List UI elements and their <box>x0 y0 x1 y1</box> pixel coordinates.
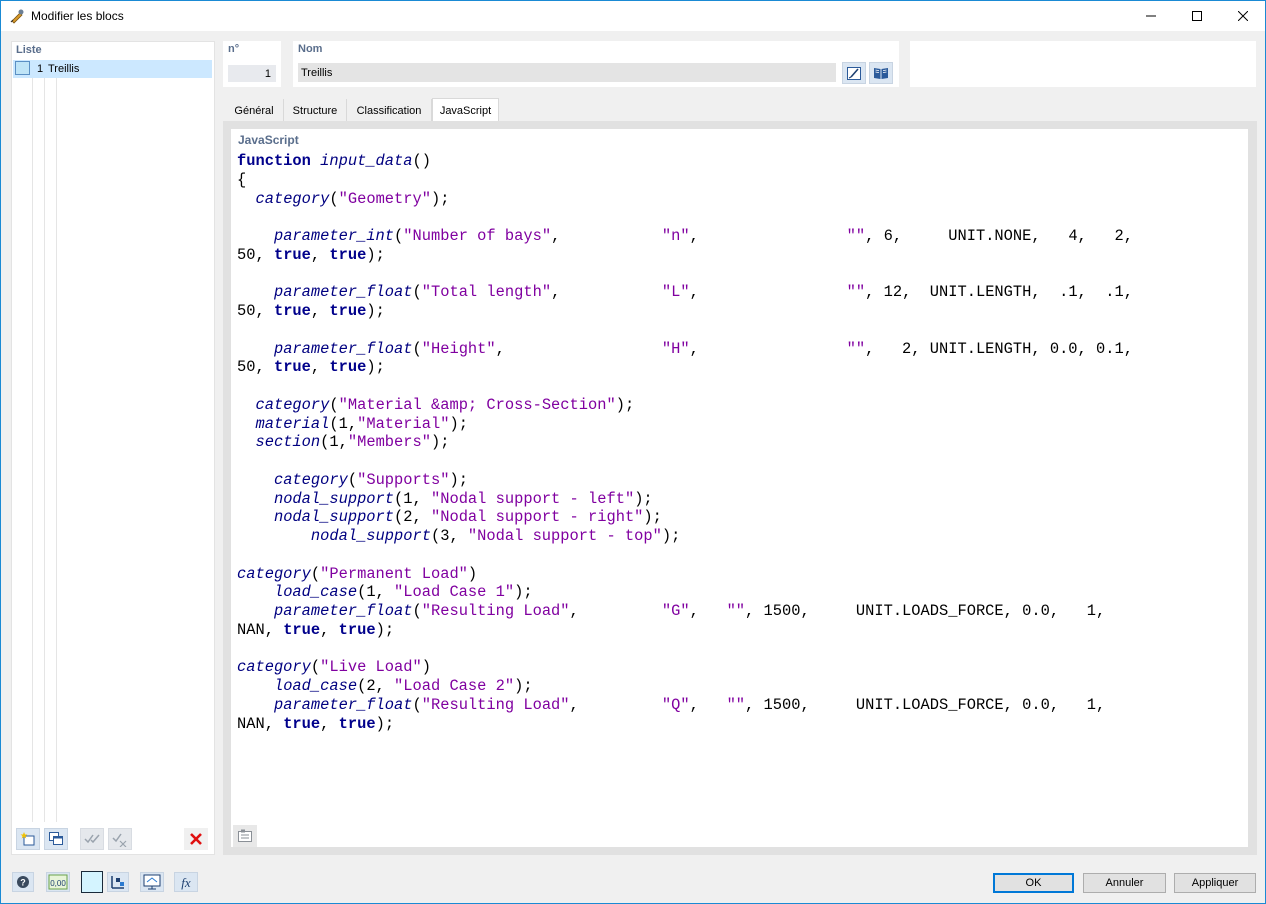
code-line: NAN, true, true); <box>237 714 395 733</box>
ok-button[interactable]: OK <box>993 873 1074 893</box>
code-line: parameter_float("Resulting Load", "G", "… <box>273 602 1106 620</box>
list-item[interactable]: 1 Treillis <box>13 60 212 78</box>
number-panel: n° 1 <box>223 41 281 87</box>
code-line: 50, true, true); <box>237 358 385 377</box>
maximize-icon <box>1192 11 1202 21</box>
check-all-button[interactable] <box>80 828 104 850</box>
uncheck-all-button[interactable] <box>108 828 132 850</box>
code-line: load_case(1, "Load Case 1"); <box>273 583 533 602</box>
code-line: parameter_float("Height", "H", "", 2, UN… <box>273 339 1133 358</box>
list-panel: Liste 1 Treillis <box>11 41 215 855</box>
help-icon: ? <box>12 872 34 892</box>
tree-guide <box>44 78 45 822</box>
display-settings-icon <box>107 872 129 892</box>
help-button[interactable]: ? <box>11 871 35 893</box>
tab-javascript[interactable]: JavaScript <box>432 98 499 121</box>
uncheck-icon <box>112 833 127 847</box>
check-all-icon <box>84 834 100 844</box>
editor-header: JavaScript <box>238 133 299 147</box>
code-line: category("Live Load") <box>237 658 431 677</box>
code-editor[interactable]: function input_data() { category("Geomet… <box>237 152 1133 733</box>
code-line: { <box>237 170 247 189</box>
tree-guide <box>32 78 33 822</box>
book-icon <box>874 68 888 79</box>
number-label: n° <box>228 43 240 55</box>
svg-text:fx: fx <box>181 875 191 890</box>
code-line: 50, true, true); <box>237 245 385 264</box>
edit-icon <box>847 67 861 80</box>
editor-options-button[interactable] <box>233 825 257 847</box>
minimize-button[interactable] <box>1128 1 1174 31</box>
code-line: category("Supports"); <box>273 470 468 489</box>
delete-block-button[interactable] <box>184 828 208 850</box>
javascript-editor-panel: JavaScript function input_data() { categ… <box>231 129 1248 847</box>
title-bar: Modifier les blocs <box>1 1 1265 31</box>
decimal-units-icon: 0,00 <box>46 872 70 892</box>
color-swatch-icon <box>81 871 103 893</box>
code-line: parameter_float("Resulting Load", "Q", "… <box>273 695 1106 714</box>
copy-icon <box>49 832 63 845</box>
code-line: nodal_support(3, "Nodal support - top"); <box>310 527 681 545</box>
formula-button[interactable]: fx <box>174 871 198 893</box>
code-line: NAN, true, true); <box>237 620 395 639</box>
close-icon <box>1238 11 1248 21</box>
info-panel <box>910 41 1256 87</box>
minimize-icon <box>1146 15 1156 17</box>
code-line: category("Material &amp; Cross-Section")… <box>255 395 635 414</box>
units-button[interactable]: 0,00 <box>46 871 70 893</box>
cancel-button[interactable]: Annuler <box>1083 873 1166 893</box>
code-line: nodal_support(1, "Nodal support - left")… <box>273 489 653 508</box>
color-button[interactable] <box>80 871 104 893</box>
display-settings-button[interactable] <box>106 871 130 893</box>
list-header: Liste <box>16 44 42 56</box>
code-line: 50, true, true); <box>237 302 385 320</box>
name-label: Nom <box>298 43 323 55</box>
code-line: nodal_support(2, "Nodal support - right"… <box>273 508 662 527</box>
document-icon <box>238 829 252 842</box>
tree-guide <box>56 78 57 822</box>
code-line: category("Geometry"); <box>255 189 450 208</box>
delete-icon <box>190 833 202 845</box>
new-block-button[interactable] <box>16 828 40 850</box>
block-color-swatch <box>15 61 30 75</box>
library-button[interactable] <box>869 62 893 84</box>
window-title: Modifier les blocs <box>31 9 124 23</box>
name-panel: Nom Treillis <box>293 41 899 87</box>
svg-text:?: ? <box>20 878 26 888</box>
app-icon <box>10 9 24 24</box>
code-line: section(1,"Members"); <box>255 433 450 452</box>
tab-general[interactable]: Général <box>225 99 284 121</box>
code-line: load_case(2, "Load Case 2"); <box>273 677 533 695</box>
copy-block-button[interactable] <box>44 828 68 850</box>
new-item-icon <box>20 832 35 846</box>
close-button[interactable] <box>1220 1 1266 31</box>
code-line: parameter_float("Total length", "L", "",… <box>273 283 1133 302</box>
tab-structure[interactable]: Structure <box>284 99 347 121</box>
view-button[interactable] <box>140 871 164 893</box>
tab-classification[interactable]: Classification <box>347 99 432 121</box>
apply-button[interactable]: Appliquer <box>1174 873 1256 893</box>
number-field[interactable]: 1 <box>228 65 276 82</box>
name-field[interactable]: Treillis <box>298 63 836 82</box>
code-line: function input_data() <box>237 152 431 170</box>
dialog-window: Modifier les blocs Liste 1 Treillis n° 1… <box>0 0 1266 904</box>
monitor-icon <box>140 872 164 892</box>
list-item-number: 1 <box>37 63 44 75</box>
list-item-label: Treillis <box>48 63 80 75</box>
code-line: category("Permanent Load") <box>237 564 478 583</box>
function-fx-icon: fx <box>174 872 198 892</box>
edit-name-button[interactable] <box>842 62 866 84</box>
svg-text:0,00: 0,00 <box>50 879 66 888</box>
code-line: material(1,"Material"); <box>255 414 468 433</box>
maximize-button[interactable] <box>1174 1 1220 31</box>
code-line: parameter_int("Number of bays", "n", "",… <box>273 227 1133 245</box>
